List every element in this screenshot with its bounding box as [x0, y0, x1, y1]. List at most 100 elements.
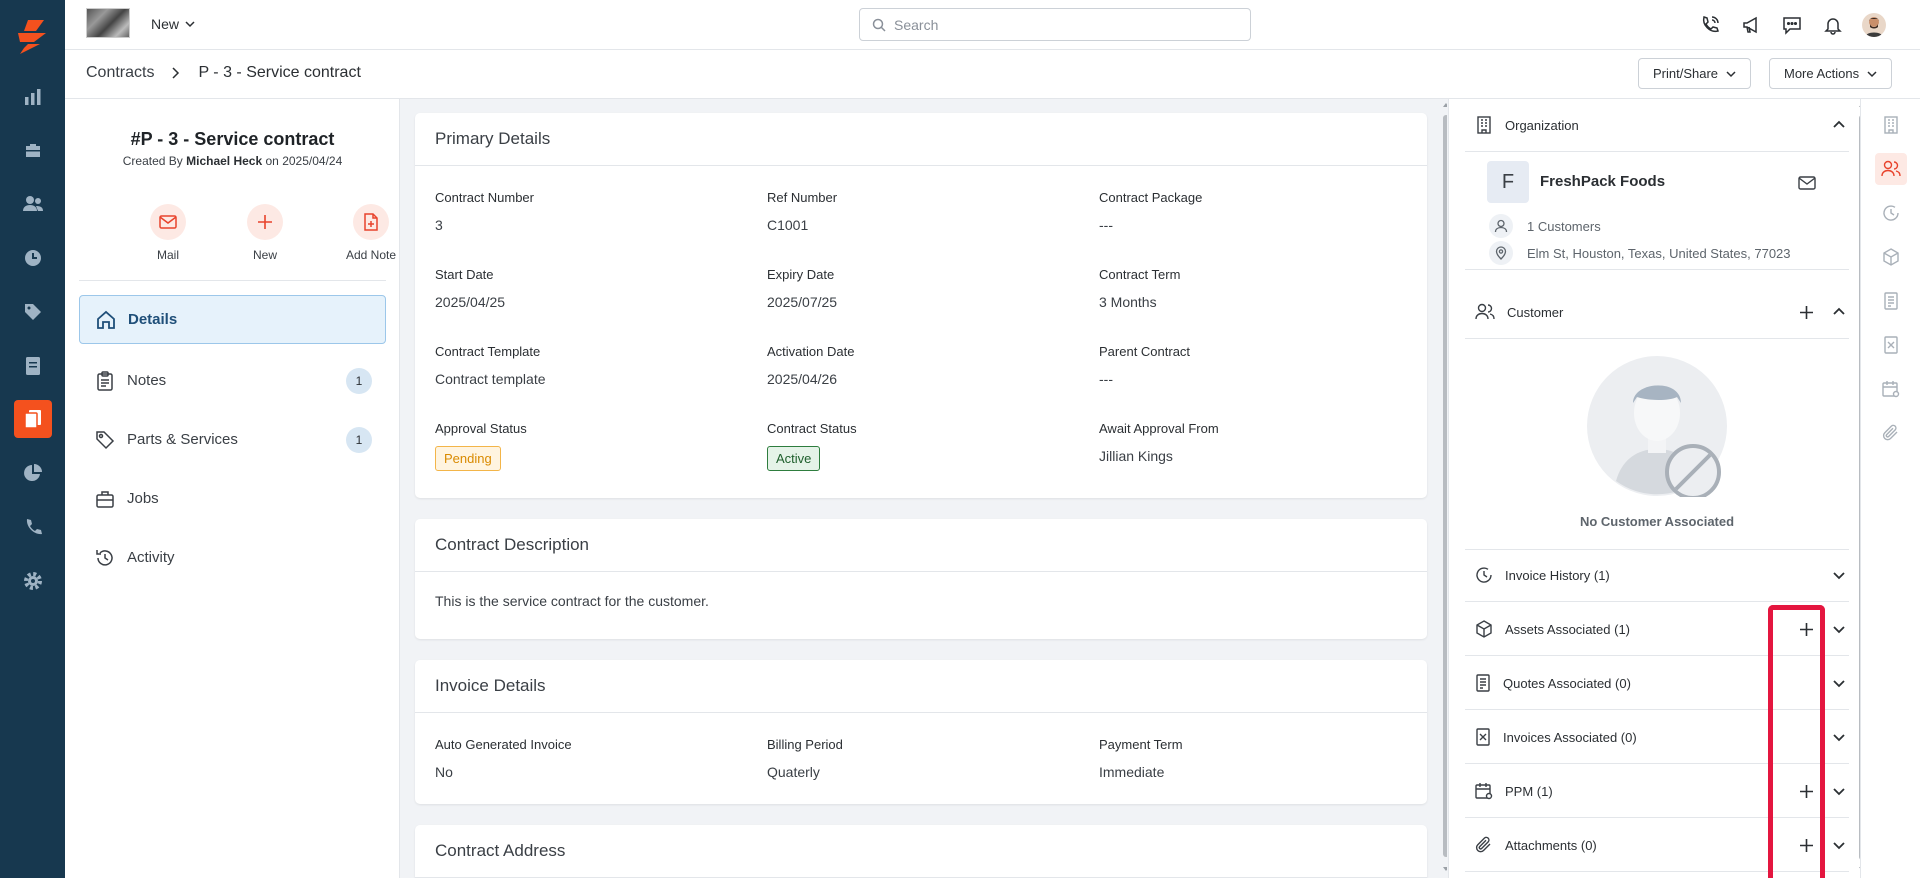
chat-icon[interactable]	[1780, 13, 1804, 37]
chevron-right-icon	[172, 67, 180, 79]
nav-details[interactable]: Details	[79, 295, 386, 344]
nav-notes[interactable]: Notes 1	[79, 356, 386, 405]
zuper-bolt-logo-icon[interactable]	[14, 20, 50, 54]
organization-section-header[interactable]: Organization	[1465, 99, 1849, 152]
add-note-button[interactable]: Add Note	[331, 204, 411, 262]
reports-icon[interactable]	[0, 77, 65, 117]
phone-icon[interactable]	[0, 507, 65, 547]
building-icon[interactable]	[1875, 109, 1907, 141]
add-asset-plus-icon[interactable]	[1800, 622, 1813, 636]
company-thumbnail[interactable]	[86, 8, 130, 38]
customers-count-row: 1 Customers	[1489, 214, 1601, 238]
megaphone-icon[interactable]	[1739, 13, 1763, 37]
user-avatar[interactable]	[1862, 13, 1886, 37]
contract-summary-panel: #P - 3 - Service contract Created By Mic…	[65, 99, 400, 878]
nav-parts-services[interactable]: Parts & Services 1	[79, 415, 386, 464]
chevron-up-icon[interactable]	[1833, 119, 1845, 131]
plus-icon	[258, 215, 272, 229]
contracts-icon[interactable]	[14, 400, 52, 438]
global-search[interactable]	[859, 8, 1251, 41]
add-customer-plus-icon[interactable]	[1800, 305, 1813, 319]
settings-icon[interactable]	[0, 561, 65, 601]
person-icon	[1494, 219, 1508, 233]
invoices-icon[interactable]	[0, 346, 65, 386]
customer-label: Customer	[1507, 304, 1564, 320]
tag-icon	[96, 430, 115, 449]
contract-package-value: ---	[1099, 217, 1113, 233]
approval-status-badge: Pending	[435, 446, 501, 471]
contract-details-area: Primary Details Contract Number 3 Ref Num…	[400, 99, 1447, 878]
customer-section-header[interactable]: Customer	[1465, 286, 1849, 339]
invoice-details-card: Invoice Details Auto Generated Invoice No…	[415, 660, 1427, 804]
invoices-associated-section[interactable]: Invoices Associated (0)	[1465, 711, 1849, 764]
chevron-down-icon[interactable]	[1833, 569, 1845, 581]
auto-invoice-value: No	[435, 764, 453, 780]
nav-details-label: Details	[128, 311, 178, 328]
more-actions-button[interactable]: More Actions	[1769, 58, 1893, 89]
payment-term-value: Immediate	[1099, 764, 1165, 780]
top-bar: New	[65, 0, 1920, 50]
quotes-associated-section[interactable]: Quotes Associated (0)	[1465, 657, 1849, 710]
quote-icon[interactable]	[1875, 285, 1907, 317]
nav-activity[interactable]: Activity	[79, 533, 386, 582]
primary-details-title: Primary Details	[415, 113, 1427, 166]
billing-period-value: Quaterly	[767, 764, 820, 780]
box-icon	[1476, 620, 1492, 638]
ppm-section[interactable]: PPM (1)	[1465, 765, 1849, 818]
contract-title: #P - 3 - Service contract	[130, 129, 335, 149]
chevron-up-icon[interactable]	[1833, 306, 1845, 318]
users-icon[interactable]	[0, 184, 65, 224]
add-ppm-plus-icon[interactable]	[1800, 784, 1813, 798]
contract-template-value: Contract template	[435, 371, 546, 387]
customers-count: 1 Customers	[1527, 218, 1601, 234]
analytics-icon[interactable]	[0, 453, 65, 493]
invoice-icon[interactable]	[1875, 329, 1907, 361]
center-scrollbar[interactable]	[1441, 99, 1447, 878]
breadcrumb-contracts-link[interactable]: Contracts	[86, 64, 154, 82]
section-shortcut-strip	[1860, 99, 1920, 878]
timesheet-icon[interactable]	[0, 238, 65, 278]
chevron-down-icon[interactable]	[1833, 785, 1845, 797]
box-icon[interactable]	[1875, 241, 1907, 273]
divider	[1465, 269, 1849, 270]
new-action-button[interactable]: New	[225, 204, 305, 262]
await-approval-field: Await Approval From Jillian Kings	[1099, 421, 1399, 464]
paperclip-icon[interactable]	[1875, 417, 1907, 449]
quotes-associated-label: Quotes Associated (0)	[1503, 675, 1631, 691]
chevron-down-icon[interactable]	[1833, 839, 1845, 851]
contract-address-card: Contract Address	[415, 825, 1427, 878]
chevron-down-icon[interactable]	[1833, 731, 1845, 743]
phone-call-icon[interactable]	[1698, 13, 1722, 37]
calendar-gear-icon[interactable]	[1875, 373, 1907, 405]
parent-contract-field: Parent Contract ---	[1099, 344, 1399, 387]
jobs-icon[interactable]	[0, 130, 65, 170]
ref-number-value: C1001	[767, 217, 809, 233]
tags-icon[interactable]	[0, 292, 65, 332]
organization-address: Elm St, Houston, Texas, United States, 7…	[1527, 245, 1791, 261]
assets-associated-section[interactable]: Assets Associated (1)	[1465, 603, 1849, 656]
bell-icon[interactable]	[1821, 13, 1845, 37]
billing-period-field: Billing Period Quaterly	[767, 737, 1067, 780]
invoice-history-icon	[1476, 567, 1492, 583]
chevron-down-icon[interactable]	[1833, 623, 1845, 635]
related-info-panel: Organization F FreshPack Foods 1 Custome…	[1448, 99, 1865, 878]
building-icon	[1477, 116, 1491, 134]
mail-action-button[interactable]: Mail	[128, 204, 208, 262]
email-icon[interactable]	[1798, 176, 1816, 190]
users-icon[interactable]	[1875, 153, 1907, 185]
organization-avatar: F	[1487, 161, 1529, 203]
print-share-button[interactable]: Print/Share	[1638, 58, 1752, 89]
search-input[interactable]	[894, 16, 1224, 33]
chevron-down-icon[interactable]	[1833, 677, 1845, 689]
nav-jobs[interactable]: Jobs	[79, 474, 386, 523]
invoice-history-icon[interactable]	[1875, 197, 1907, 229]
ppm-label: PPM (1)	[1505, 783, 1553, 799]
contract-term-value: 3 Months	[1099, 294, 1157, 310]
breadcrumb: Contracts P - 3 - Service contract	[86, 64, 361, 82]
calendar-gear-icon	[1475, 783, 1493, 800]
new-dropdown[interactable]: New	[151, 16, 195, 32]
invoice-history-section[interactable]: Invoice History (1)	[1465, 549, 1849, 602]
attachments-section[interactable]: Attachments (0)	[1465, 819, 1849, 872]
organization-name[interactable]: FreshPack Foods	[1540, 173, 1665, 190]
add-attachment-plus-icon[interactable]	[1800, 838, 1813, 852]
